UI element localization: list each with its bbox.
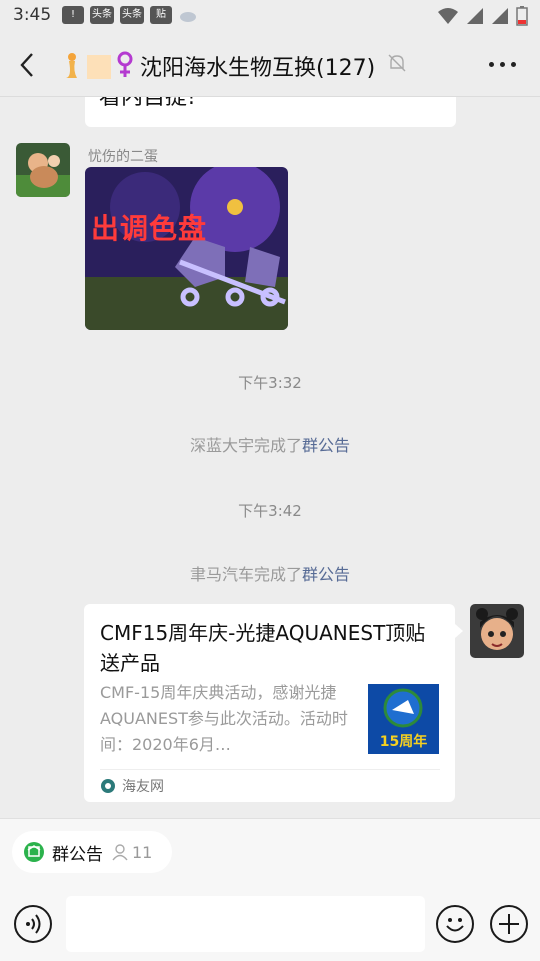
announcement-link[interactable]: 群公告 xyxy=(302,436,350,455)
cloud-icon xyxy=(180,12,196,22)
card-description: CMF-15周年庆典活动，感谢光捷AQUANEST参与此次活动。活动时间：202… xyxy=(100,683,348,754)
image-message[interactable]: 出调色盘 xyxy=(85,167,288,330)
toutiao-notification-icon: 头条 xyxy=(120,6,144,24)
coral-photo xyxy=(85,167,288,330)
emoji-button[interactable] xyxy=(436,905,474,943)
plus-icon xyxy=(499,914,519,934)
smiley-icon xyxy=(446,918,464,932)
group-emoji-icons xyxy=(62,51,134,83)
alert-notification-icon: ! xyxy=(62,6,84,24)
card-thumbnail: 15周年 xyxy=(368,684,439,754)
avatar[interactable] xyxy=(470,604,524,658)
card-source-name: 海友网 xyxy=(122,779,164,795)
message-input[interactable] xyxy=(66,896,425,952)
signal-icon xyxy=(492,8,508,24)
back-icon[interactable] xyxy=(14,50,42,80)
toutiao-notification-icon: 头条 xyxy=(90,6,114,24)
signal-icon xyxy=(467,8,483,24)
card-source: 海友网 xyxy=(100,776,164,796)
more-functions-button[interactable] xyxy=(490,905,528,943)
viewer-count: 11 xyxy=(111,843,152,862)
divider xyxy=(100,769,440,770)
haiyou-logo-icon xyxy=(101,779,115,793)
more-options-icon[interactable] xyxy=(489,62,516,67)
link-card[interactable]: CMF15周年庆-光捷AQUANEST顶贴送产品 CMF-15周年庆典活动，感谢… xyxy=(84,604,455,802)
announcement-link[interactable]: 群公告 xyxy=(302,565,350,584)
system-message-text: 深蓝大宇完成了 xyxy=(189,436,302,455)
avatar[interactable] xyxy=(16,143,70,197)
status-time: 3:45 xyxy=(13,5,52,25)
message-bubble[interactable]: 看内自提! xyxy=(85,97,456,127)
person-icon xyxy=(112,844,128,861)
voice-input-button[interactable] xyxy=(14,905,52,943)
blank-emoji-icon xyxy=(87,55,112,79)
message-text: 看内自提! xyxy=(99,97,196,110)
card-thumbnail-text: 15周年 xyxy=(379,734,428,750)
group-announcement-button[interactable]: 群公告 11 xyxy=(12,831,172,873)
system-message-text: 聿马汽车完成了 xyxy=(189,565,302,584)
sender-name: 忧伤的二蛋 xyxy=(88,149,158,165)
bubble-tail xyxy=(455,624,463,638)
tieba-notification-icon: 贴 xyxy=(150,6,172,24)
card-title: CMF15周年庆-光捷AQUANEST顶贴送产品 xyxy=(100,621,426,675)
status-bar: 3:45 ! 头条 头条 贴 xyxy=(0,0,540,34)
cartoon-girl-avatar-icon xyxy=(470,604,524,658)
timestamp: 下午3:42 xyxy=(238,502,302,520)
image-caption: 出调色盘 xyxy=(91,212,208,245)
chat-messages[interactable]: 看内自提! 忧伤的二蛋 出调色盘 下午3:32 深蓝大宇完成了群公告 下午3:4… xyxy=(0,97,540,818)
timestamp: 下午3:32 xyxy=(238,374,302,392)
system-icons xyxy=(437,6,528,26)
mermaid-emoji-icon xyxy=(66,53,77,78)
viewer-count-value: 11 xyxy=(132,842,153,862)
notification-icons: ! 头条 头条 贴 xyxy=(62,6,198,24)
voice-icon xyxy=(26,914,41,934)
dog-avatar-icon xyxy=(16,143,70,197)
chat-header: 沈阳海水生物互换(127) xyxy=(0,34,540,97)
battery-low-icon xyxy=(516,6,528,26)
input-panel: 群公告 11 xyxy=(0,818,540,961)
system-message: 聿马汽车完成了群公告 xyxy=(0,561,540,585)
female-symbol-icon xyxy=(117,51,133,77)
system-message: 深蓝大宇完成了群公告 xyxy=(0,432,540,456)
announcement-label: 群公告 xyxy=(52,844,103,865)
mute-bell-icon xyxy=(388,54,406,72)
announcement-icon xyxy=(24,842,44,862)
chat-title[interactable]: 沈阳海水生物互换(127) xyxy=(140,50,375,82)
wifi-icon xyxy=(438,8,458,24)
